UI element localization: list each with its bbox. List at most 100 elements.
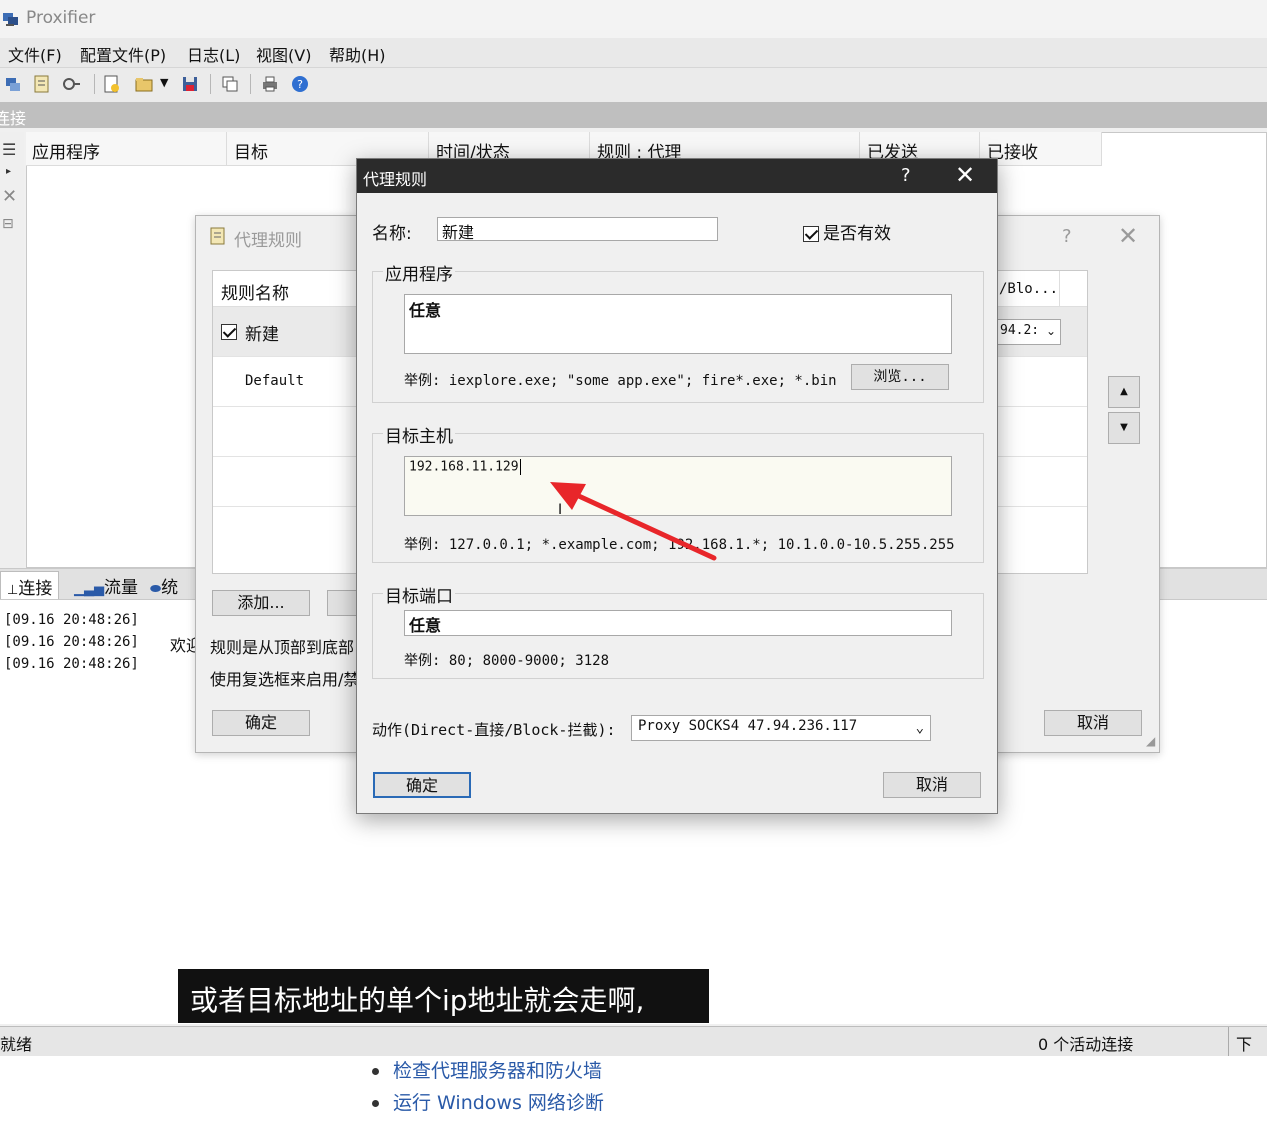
- bullet: [372, 1068, 379, 1075]
- applications-group-title: 应用程序: [383, 260, 455, 285]
- check-proxy-firewall-link[interactable]: 检查代理服务器和防火墙: [372, 1056, 602, 1083]
- name-input[interactable]: 新建: [437, 217, 718, 242]
- caption-text: 或者目标地址的单个ip地址就会走啊,: [190, 984, 645, 1017]
- refresh-icon[interactable]: ⊟: [2, 216, 14, 232]
- tab-traffic[interactable]: ▁▃▅流量: [68, 571, 144, 599]
- menu-profile[interactable]: 配置文件(P): [80, 42, 166, 66]
- checkbox-checked-icon: [221, 323, 237, 340]
- column-divider[interactable]: [226, 132, 227, 166]
- enabled-label: 是否有效: [823, 224, 891, 244]
- column-application[interactable]: 应用程序: [32, 138, 100, 163]
- resize-grip-icon[interactable]: ◢: [1146, 734, 1155, 748]
- action-label: 动作(Direct-直接/Block-拦截):: [372, 721, 616, 739]
- close-icon[interactable]: ✕: [1118, 222, 1138, 250]
- action-value: Proxy SOCKS4 47.94.236.117: [638, 718, 858, 734]
- link-text: 运行 Windows 网络诊断: [393, 1092, 604, 1114]
- bullet: [372, 1100, 379, 1107]
- target-ports-group-title: 目标端口: [383, 582, 455, 607]
- tab-connections[interactable]: ⊥连接: [0, 571, 60, 599]
- ok-button[interactable]: 确定: [373, 772, 471, 798]
- applications-group: 应用程序 任意 举例: iexplore.exe; "some app.exe"…: [372, 260, 984, 403]
- toolbar-separator: [94, 74, 95, 94]
- rule-name: Default: [245, 373, 305, 389]
- rule-enabled-checkbox[interactable]: [221, 321, 241, 340]
- add-rule-button[interactable]: 添加...: [212, 590, 310, 616]
- connections-icon[interactable]: [4, 74, 24, 94]
- print-icon[interactable]: [260, 74, 280, 94]
- arrow-up-icon: ▲: [1120, 386, 1128, 397]
- column-action[interactable]: /Blo...: [999, 281, 1058, 297]
- video-caption: 或者目标地址的单个ip地址就会走啊,: [178, 969, 709, 1023]
- expand-icon[interactable]: ▸: [6, 166, 11, 177]
- move-up-button[interactable]: ▲: [1108, 376, 1140, 408]
- target-ports-example: 举例: 80; 8000-9000; 3128: [404, 653, 610, 669]
- menu-bar: 文件(F) 配置文件(P) 日志(L) 视图(V) 帮助(H): [0, 38, 1267, 68]
- dialog-title: 代理规则: [363, 170, 428, 189]
- statistics-pie-icon: ⬬: [150, 582, 162, 597]
- rules-cancel-button[interactable]: 取消: [1044, 710, 1142, 736]
- target-ports-input[interactable]: 任意: [404, 610, 952, 636]
- target-hosts-value: 192.168.11.129: [409, 459, 519, 475]
- dialog-titlebar: 代理规则 ? ✕: [357, 159, 997, 193]
- toolbar: ▼ ?: [0, 68, 1267, 102]
- red-arrow-annotation: [550, 482, 717, 561]
- save-profile-icon[interactable]: [180, 74, 200, 94]
- status-active-connections: 0 个活动连接: [1038, 1035, 1134, 1054]
- name-label: 名称:: [372, 224, 412, 244]
- proxy-servers-icon[interactable]: [62, 74, 82, 94]
- log-timestamp: [09.16 20:48:26]: [4, 656, 139, 672]
- link-text: 检查代理服务器和防火墙: [393, 1060, 603, 1082]
- rules-ok-button[interactable]: 确定: [212, 710, 310, 736]
- log-icon[interactable]: [32, 74, 52, 94]
- status-ready: 就绪: [0, 1035, 33, 1054]
- traffic-chart-icon: ▁▃▅: [74, 582, 104, 597]
- enabled-checkbox[interactable]: 是否有效: [803, 219, 891, 244]
- cancel-button[interactable]: 取消: [883, 772, 981, 798]
- chevron-down-icon: ⌄: [1045, 324, 1056, 338]
- app-title: Proxifier: [26, 8, 96, 28]
- tree-icon[interactable]: ☰: [2, 140, 16, 159]
- rule-proxy-select[interactable]: 94.2: ⌄: [997, 319, 1061, 345]
- windows-network-diagnostics-link[interactable]: 运行 Windows 网络诊断: [372, 1088, 604, 1115]
- applications-example: 举例: iexplore.exe; "some app.exe"; fire*.…: [404, 373, 837, 389]
- menu-log[interactable]: 日志(L): [187, 42, 240, 66]
- status-bar: 就绪 0 个活动连接 下载: [0, 1026, 1267, 1078]
- help-icon[interactable]: ?: [290, 74, 310, 94]
- tab-statistics[interactable]: ⬬统: [144, 571, 184, 599]
- side-toolbar: ☰ ▸ ✕ ⊟: [0, 132, 24, 568]
- action-select[interactable]: Proxy SOCKS4 47.94.236.117 ⌄: [631, 715, 931, 741]
- menu-help[interactable]: 帮助(H): [329, 42, 386, 66]
- log-timestamp: [09.16 20:48:26]: [4, 634, 139, 650]
- column-divider[interactable]: [1101, 132, 1102, 166]
- browse-button[interactable]: 浏览...: [851, 364, 949, 390]
- tab-traffic-label: 流量: [104, 578, 138, 598]
- rules-dialog-icon: [210, 227, 225, 245]
- arrow-down-icon: ▼: [1120, 422, 1128, 433]
- toolbar-separator: [210, 74, 211, 94]
- tab-connections-label: 连接: [18, 579, 53, 599]
- target-ports-group: 目标端口 任意 举例: 80; 8000-9000; 3128: [372, 582, 984, 679]
- move-down-button[interactable]: ▼: [1108, 412, 1140, 444]
- log-timestamp: [09.16 20:48:26]: [4, 612, 139, 628]
- column-rule-name[interactable]: 规则名称: [221, 279, 289, 304]
- target-hosts-group-title: 目标主机: [383, 422, 455, 447]
- chevron-down-icon[interactable]: ▼: [160, 76, 168, 89]
- menu-view[interactable]: 视图(V): [256, 42, 311, 66]
- close-icon[interactable]: ✕: [955, 161, 975, 189]
- svg-text:?: ?: [297, 78, 303, 91]
- rule-name: 新建: [245, 325, 279, 345]
- menu-file[interactable]: 文件(F): [8, 42, 62, 66]
- new-profile-icon[interactable]: [102, 74, 122, 94]
- connections-strip: 连接: [0, 102, 1267, 128]
- help-icon[interactable]: ?: [1062, 226, 1072, 247]
- help-icon[interactable]: ?: [901, 165, 911, 186]
- applications-input[interactable]: 任意: [404, 294, 952, 354]
- proxification-rules-icon[interactable]: [220, 74, 240, 94]
- tab-statistics-label: 统: [161, 578, 179, 598]
- arrow-shaft: [567, 489, 717, 561]
- connections-strip-label: 连接: [0, 109, 27, 128]
- open-profile-icon[interactable]: [134, 74, 154, 94]
- close-connection-icon[interactable]: ✕: [2, 186, 17, 207]
- column-target[interactable]: 目标: [234, 138, 268, 163]
- checkbox-checked-icon: [803, 226, 819, 242]
